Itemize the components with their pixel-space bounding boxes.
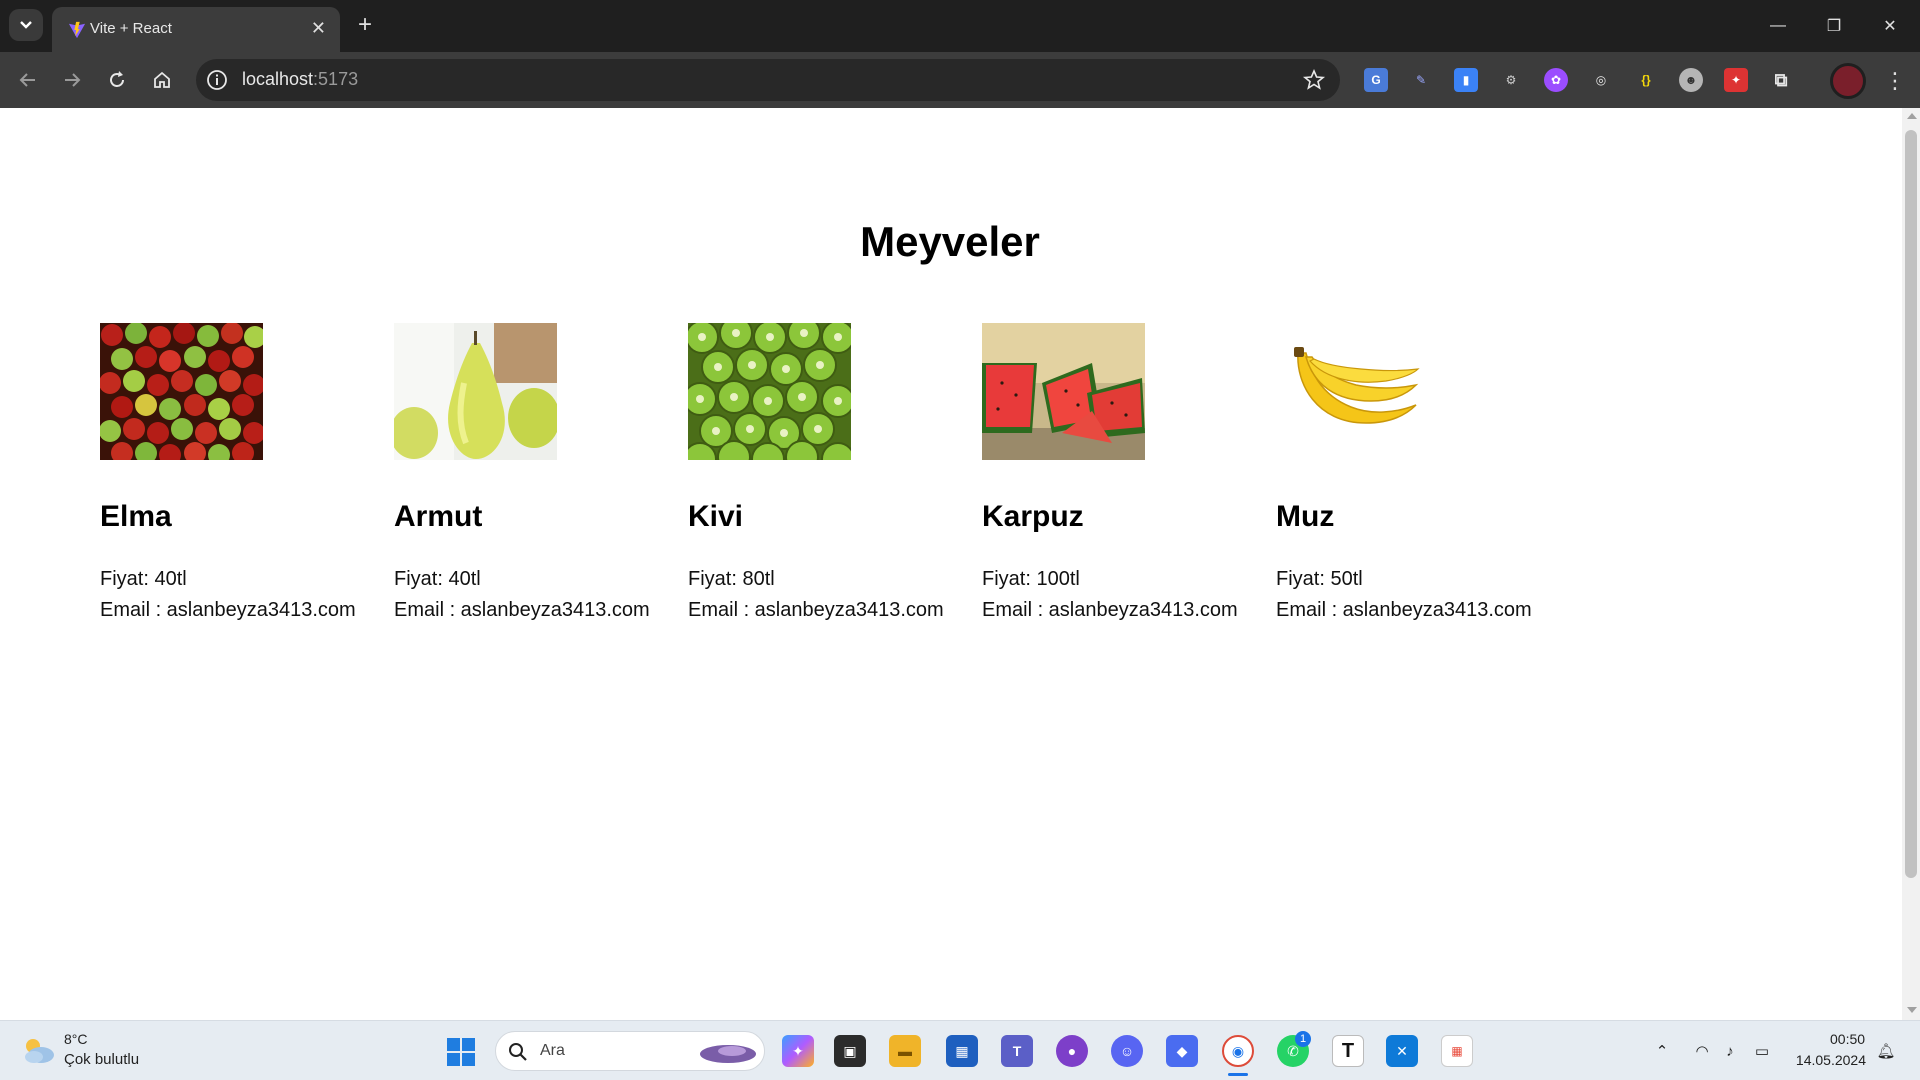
back-button[interactable] [14, 66, 42, 94]
home-icon [154, 71, 170, 88]
agent-extension-icon[interactable]: ⚙ [1499, 68, 1523, 92]
page-viewport: Meyveler Elma Fiyat: 40tl Email : aslanb… [0, 108, 1902, 1020]
red-extension-icon[interactable]: ✦ [1724, 68, 1748, 92]
volume-icon[interactable]: ♪ [1720, 1041, 1740, 1061]
copilot-app-icon[interactable]: ✦ [782, 1035, 814, 1067]
active-app-indicator [1228, 1073, 1248, 1076]
banana-image [1276, 323, 1439, 460]
teams-icon[interactable]: T [1001, 1035, 1033, 1067]
bookmark-star-icon[interactable] [1302, 68, 1326, 92]
restore-button[interactable]: ❐ [1806, 0, 1862, 52]
windows-start-icon[interactable] [447, 1038, 475, 1066]
fruit-email: Email : aslanbeyza3413.com [1276, 599, 1532, 621]
taskbar-search-input[interactable]: Ara [495, 1031, 765, 1071]
scroll-thumb[interactable] [1905, 130, 1917, 878]
fruit-price: Fiyat: 80tl [688, 568, 775, 590]
avatar-extension-icon[interactable]: ☻ [1679, 68, 1703, 92]
github-icon[interactable]: ● [1056, 1035, 1088, 1067]
watermelon-image [982, 323, 1145, 460]
profile-avatar[interactable] [1830, 63, 1866, 99]
taskbar: 8°C Çok bulutlu Ara ✦ ▣ ▬ ▦ T ● ☺ ◆ ◉ ✆ … [0, 1020, 1920, 1080]
fruit-email: Email : aslanbeyza3413.com [394, 599, 650, 621]
fruit-name: Elma [100, 500, 172, 533]
scroll-up-arrow-icon[interactable] [1907, 113, 1917, 119]
notification-bell-icon[interactable]: 🔔︎ [1876, 1041, 1896, 1061]
fruit-card: Kivi Fiyat: 80tl Email : aslanbeyza3413.… [688, 323, 982, 622]
wifi-icon[interactable]: ◠ [1692, 1041, 1712, 1061]
fruit-card: Armut Fiyat: 40tl Email : aslanbeyza3413… [394, 323, 688, 622]
tab-active[interactable]: Vite + React ✕ [52, 7, 340, 52]
calendar-app-icon[interactable]: ▦ [1441, 1035, 1473, 1067]
brain-extension-icon[interactable]: ✿ [1544, 68, 1568, 92]
typora-icon[interactable]: T [1332, 1035, 1364, 1067]
pen-extension-icon[interactable]: ✎ [1409, 68, 1433, 92]
docs-extension-icon[interactable]: ▮ [1454, 68, 1478, 92]
clock-time[interactable]: 00:50 [1830, 1031, 1865, 1047]
fruit-price: Fiyat: 40tl [394, 568, 481, 590]
task-view-icon[interactable]: ▣ [834, 1035, 866, 1067]
url-text: localhost:5173 [242, 69, 359, 89]
home-button[interactable] [148, 66, 176, 94]
fruit-name: Muz [1276, 500, 1335, 533]
fruit-card: Muz Fiyat: 50tl Email : aslanbeyza3413.c… [1276, 323, 1570, 622]
weather-temperature: 8°C [64, 1031, 88, 1047]
close-tab-icon[interactable]: ✕ [311, 18, 326, 38]
browser-tab-bar: Vite + React ✕ + ― ❐ ✕ [0, 0, 1920, 52]
close-window-button[interactable]: ✕ [1862, 0, 1918, 52]
fruit-card: Elma Fiyat: 40tl Email : aslanbeyza3413.… [100, 323, 394, 622]
fruit-list: Elma Fiyat: 40tl Email : aslanbeyza3413.… [100, 323, 1570, 622]
scroll-down-arrow-icon[interactable] [1907, 1007, 1917, 1013]
json-extension-icon[interactable]: {} [1634, 68, 1658, 92]
whatsapp-badge: 1 [1295, 1031, 1311, 1047]
page-title: Meyveler [860, 218, 1040, 265]
reload-button[interactable] [103, 66, 131, 94]
chevron-down-icon [20, 21, 32, 29]
cloudy-weather-icon[interactable] [20, 1035, 56, 1065]
file-explorer-icon[interactable]: ▬ [889, 1035, 921, 1067]
vscode-icon[interactable]: ✕ [1386, 1035, 1418, 1067]
fruit-name: Armut [394, 500, 483, 533]
browser-toolbar: localhost:5173 G ✎ ▮ ⚙ ✿ ◎ {} ☻ ✦ ⧉ ⋮ [0, 52, 1920, 108]
vite-logo-icon [68, 21, 86, 39]
fruit-name: Karpuz [982, 500, 1084, 533]
show-hidden-icons[interactable]: ⌃ [1652, 1041, 1672, 1061]
forward-button[interactable] [58, 66, 86, 94]
fruit-email: Email : aslanbeyza3413.com [982, 599, 1238, 621]
battery-icon[interactable]: ▭ [1752, 1041, 1772, 1061]
kiwi-image [688, 323, 851, 460]
fruit-email: Email : aslanbeyza3413.com [100, 599, 356, 621]
arrow-right-icon [65, 73, 81, 87]
weather-description: Çok bulutlu [64, 1051, 140, 1068]
page-scrollbar[interactable] [1902, 108, 1920, 1020]
clock-date[interactable]: 14.05.2024 [1794, 1052, 1866, 1068]
fruit-name: Kivi [688, 500, 744, 533]
glasses-extension-icon[interactable]: ◎ [1589, 68, 1613, 92]
tab-search-button[interactable] [9, 9, 43, 41]
search-placeholder: Ara [540, 1042, 565, 1059]
chrome-icon[interactable]: ◉ [1222, 1035, 1254, 1067]
new-tab-button[interactable]: + [352, 12, 378, 38]
site-info-icon[interactable] [206, 69, 228, 91]
microsoft-store-icon[interactable]: ▦ [946, 1035, 978, 1067]
fruit-price: Fiyat: 50tl [1276, 568, 1363, 590]
search-icon [509, 1043, 527, 1061]
search-highlight-icon [700, 1045, 756, 1063]
fruit-price: Fiyat: 40tl [100, 568, 187, 590]
extensions-puzzle-icon[interactable]: ⧉ [1769, 68, 1793, 92]
minimize-button[interactable]: ― [1750, 0, 1806, 52]
tab-title: Vite + React [90, 20, 172, 37]
fruit-card: Karpuz Fiyat: 100tl Email : aslanbeyza34… [982, 323, 1276, 622]
address-bar[interactable]: localhost:5173 [196, 59, 1340, 101]
discord-icon[interactable]: ☺ [1111, 1035, 1143, 1067]
browser-menu-icon[interactable]: ⋮ [1884, 68, 1906, 94]
translate-extension-icon[interactable]: G [1364, 68, 1388, 92]
apple-image [100, 323, 263, 460]
fruit-email: Email : aslanbeyza3413.com [688, 599, 944, 621]
pear-image [394, 323, 557, 460]
copilot-icon[interactable]: ◆ [1166, 1035, 1198, 1067]
fruit-price: Fiyat: 100tl [982, 568, 1080, 590]
arrow-left-icon [19, 73, 35, 87]
reload-icon [110, 71, 124, 87]
